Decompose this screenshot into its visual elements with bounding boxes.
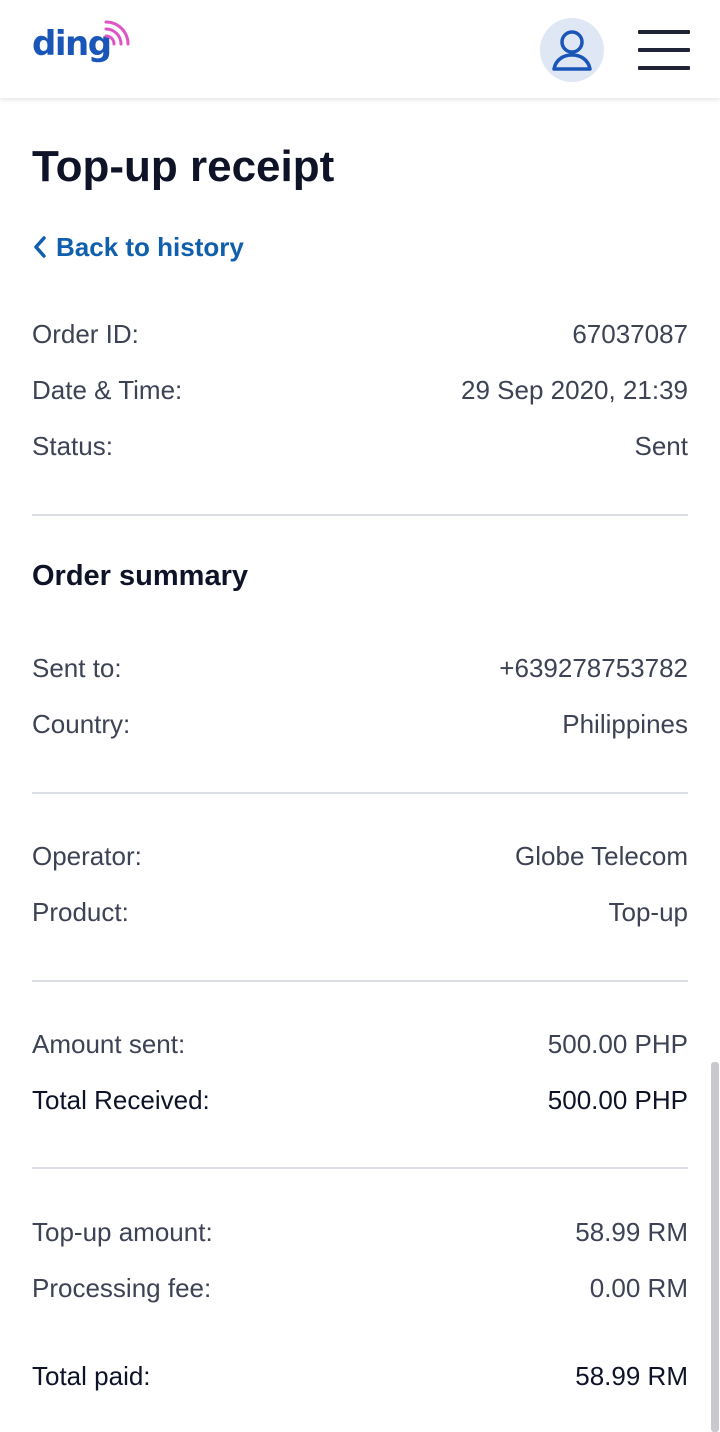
menu-line bbox=[638, 30, 690, 34]
total-paid-value: 58.99 RM bbox=[575, 1360, 688, 1391]
page-title: Top-up receipt bbox=[32, 142, 335, 191]
operator-label: Operator: bbox=[32, 840, 142, 871]
account-button[interactable] bbox=[540, 18, 604, 82]
processing-fee-label: Processing fee: bbox=[32, 1272, 212, 1303]
processing-fee-value: 0.00 RM bbox=[589, 1272, 688, 1303]
processing-fee-row: Processing fee: 0.00 RM bbox=[32, 1268, 688, 1308]
sent-to-value: +639278753782 bbox=[499, 652, 688, 683]
amount-sent-value: 500.00 PHP bbox=[547, 1028, 688, 1059]
hamburger-menu-button[interactable] bbox=[638, 28, 690, 72]
sent-to-row: Sent to: +639278753782 bbox=[32, 648, 688, 688]
status-value: Sent bbox=[634, 430, 689, 461]
order-id-label: Order ID: bbox=[32, 318, 139, 349]
country-row: Country: Philippines bbox=[32, 704, 688, 744]
logo-wordmark: ding bbox=[32, 24, 112, 64]
menu-line bbox=[638, 48, 690, 52]
date-time-row: Date & Time: 29 Sep 2020, 21:39 bbox=[32, 370, 688, 410]
menu-line bbox=[638, 66, 690, 70]
total-received-value: 500.00 PHP bbox=[547, 1084, 688, 1115]
date-time-label: Date & Time: bbox=[32, 374, 183, 405]
back-link-label: Back to history bbox=[56, 231, 244, 262]
product-row: Product: Top-up bbox=[32, 892, 688, 932]
chevron-left-icon bbox=[34, 236, 46, 258]
total-received-label: Total Received: bbox=[32, 1084, 210, 1115]
top-header: ding bbox=[0, 0, 720, 98]
order-summary-heading: Order summary bbox=[32, 560, 248, 592]
order-id-row: Order ID: 67037087 bbox=[32, 314, 688, 354]
divider bbox=[32, 980, 688, 982]
topup-amount-row: Top-up amount: 58.99 RM bbox=[32, 1212, 688, 1252]
total-paid-label: Total paid: bbox=[32, 1360, 151, 1391]
divider bbox=[32, 514, 688, 516]
order-id-value: 67037087 bbox=[572, 318, 688, 349]
topup-amount-label: Top-up amount: bbox=[32, 1216, 213, 1247]
divider bbox=[32, 792, 688, 794]
total-received-row: Total Received: 500.00 PHP bbox=[32, 1080, 688, 1120]
operator-row: Operator: Globe Telecom bbox=[32, 836, 688, 876]
back-to-history-link[interactable]: Back to history bbox=[32, 228, 244, 266]
product-label: Product: bbox=[32, 896, 129, 927]
country-value: Philippines bbox=[562, 708, 688, 739]
sent-to-label: Sent to: bbox=[32, 652, 122, 683]
scrollbar[interactable] bbox=[711, 1062, 719, 1432]
operator-value: Globe Telecom bbox=[515, 840, 688, 871]
user-icon bbox=[552, 30, 592, 71]
signal-waves-icon bbox=[104, 20, 130, 46]
date-time-value: 29 Sep 2020, 21:39 bbox=[461, 374, 688, 405]
status-label: Status: bbox=[32, 430, 113, 461]
total-paid-row: Total paid: 58.99 RM bbox=[32, 1356, 688, 1396]
product-value: Top-up bbox=[608, 896, 689, 927]
topup-amount-value: 58.99 RM bbox=[575, 1216, 688, 1247]
status-row: Status: Sent bbox=[32, 426, 688, 466]
ding-logo[interactable]: ding bbox=[32, 18, 142, 74]
country-label: Country: bbox=[32, 708, 131, 739]
amount-sent-label: Amount sent: bbox=[32, 1028, 186, 1059]
divider bbox=[32, 1167, 688, 1169]
amount-sent-row: Amount sent: 500.00 PHP bbox=[32, 1024, 688, 1064]
